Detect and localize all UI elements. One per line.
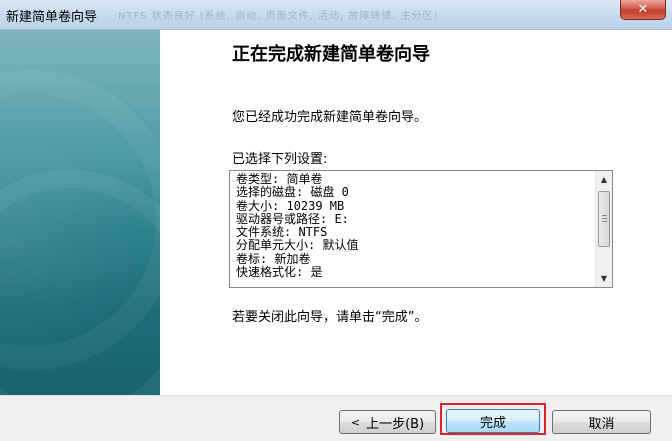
settings-label: 已选择下列设置: xyxy=(232,152,328,167)
button-bar: < 上一步(B) 完成 取消 xyxy=(0,395,672,441)
intro-text: 您已经成功完成新建简单卷向导。 xyxy=(232,110,428,125)
wizard-side-panel xyxy=(0,30,160,395)
window-title: 新建简单卷向导 xyxy=(6,10,98,25)
wizard-window: 新建简单卷向导 NTFS 状态良好 (系统, 启动, 页面文件, 活动, 故障转… xyxy=(0,0,672,441)
panel-decoration xyxy=(0,170,160,395)
scroll-thumb[interactable] xyxy=(598,191,610,247)
chevron-left-icon: < xyxy=(350,415,361,429)
background-title-text: NTFS 状态良好 (系统, 启动, 页面文件, 活动, 故障转储, 主分区) xyxy=(118,11,439,22)
settings-list: 卷类型: 简单卷 选择的磁盘: 磁盘 0 卷大小: 10239 MB 驱动器号或… xyxy=(236,172,586,280)
scroll-down-button[interactable]: ▼ xyxy=(596,270,612,287)
close-icon: ✕ xyxy=(637,2,649,17)
triangle-up-icon: ▲ xyxy=(600,175,608,184)
close-button[interactable]: ✕ xyxy=(620,0,666,20)
wizard-content: 正在完成新建简单卷向导 您已经成功完成新建简单卷向导。 已选择下列设置: 卷类型… xyxy=(160,30,672,395)
triangle-down-icon: ▼ xyxy=(600,274,608,283)
back-button-label: 上一步(B) xyxy=(366,416,425,432)
finish-button-highlight: 完成 xyxy=(440,403,546,435)
cancel-button[interactable]: 取消 xyxy=(552,410,651,434)
grip-line xyxy=(602,215,607,216)
grip-line xyxy=(602,218,607,219)
settings-summary-box[interactable]: 卷类型: 简单卷 选择的磁盘: 磁盘 0 卷大小: 10239 MB 驱动器号或… xyxy=(229,170,613,288)
settings-line: 分配单元大小: 默认值 xyxy=(236,238,359,253)
title-bar[interactable]: 新建简单卷向导 NTFS 状态良好 (系统, 启动, 页面文件, 活动, 故障转… xyxy=(0,0,672,30)
finish-button-label: 完成 xyxy=(479,415,506,431)
settings-line: 卷大小: 10239 MB xyxy=(236,198,345,213)
close-hint-text: 若要关闭此向导，请单击“完成”。 xyxy=(232,310,428,325)
grip-line xyxy=(602,221,607,222)
back-button[interactable]: < 上一步(B) xyxy=(339,410,436,434)
finish-button[interactable]: 完成 xyxy=(446,409,540,433)
page-title: 正在完成新建简单卷向导 xyxy=(232,44,430,65)
vertical-scrollbar[interactable]: ▲ ▼ xyxy=(595,171,612,287)
settings-line: 选择的磁盘: 磁盘 0 xyxy=(236,185,349,200)
cancel-button-label: 取消 xyxy=(588,416,615,432)
scroll-up-button[interactable]: ▲ xyxy=(596,171,612,188)
settings-line: 快速格式化: 是 xyxy=(236,265,323,280)
